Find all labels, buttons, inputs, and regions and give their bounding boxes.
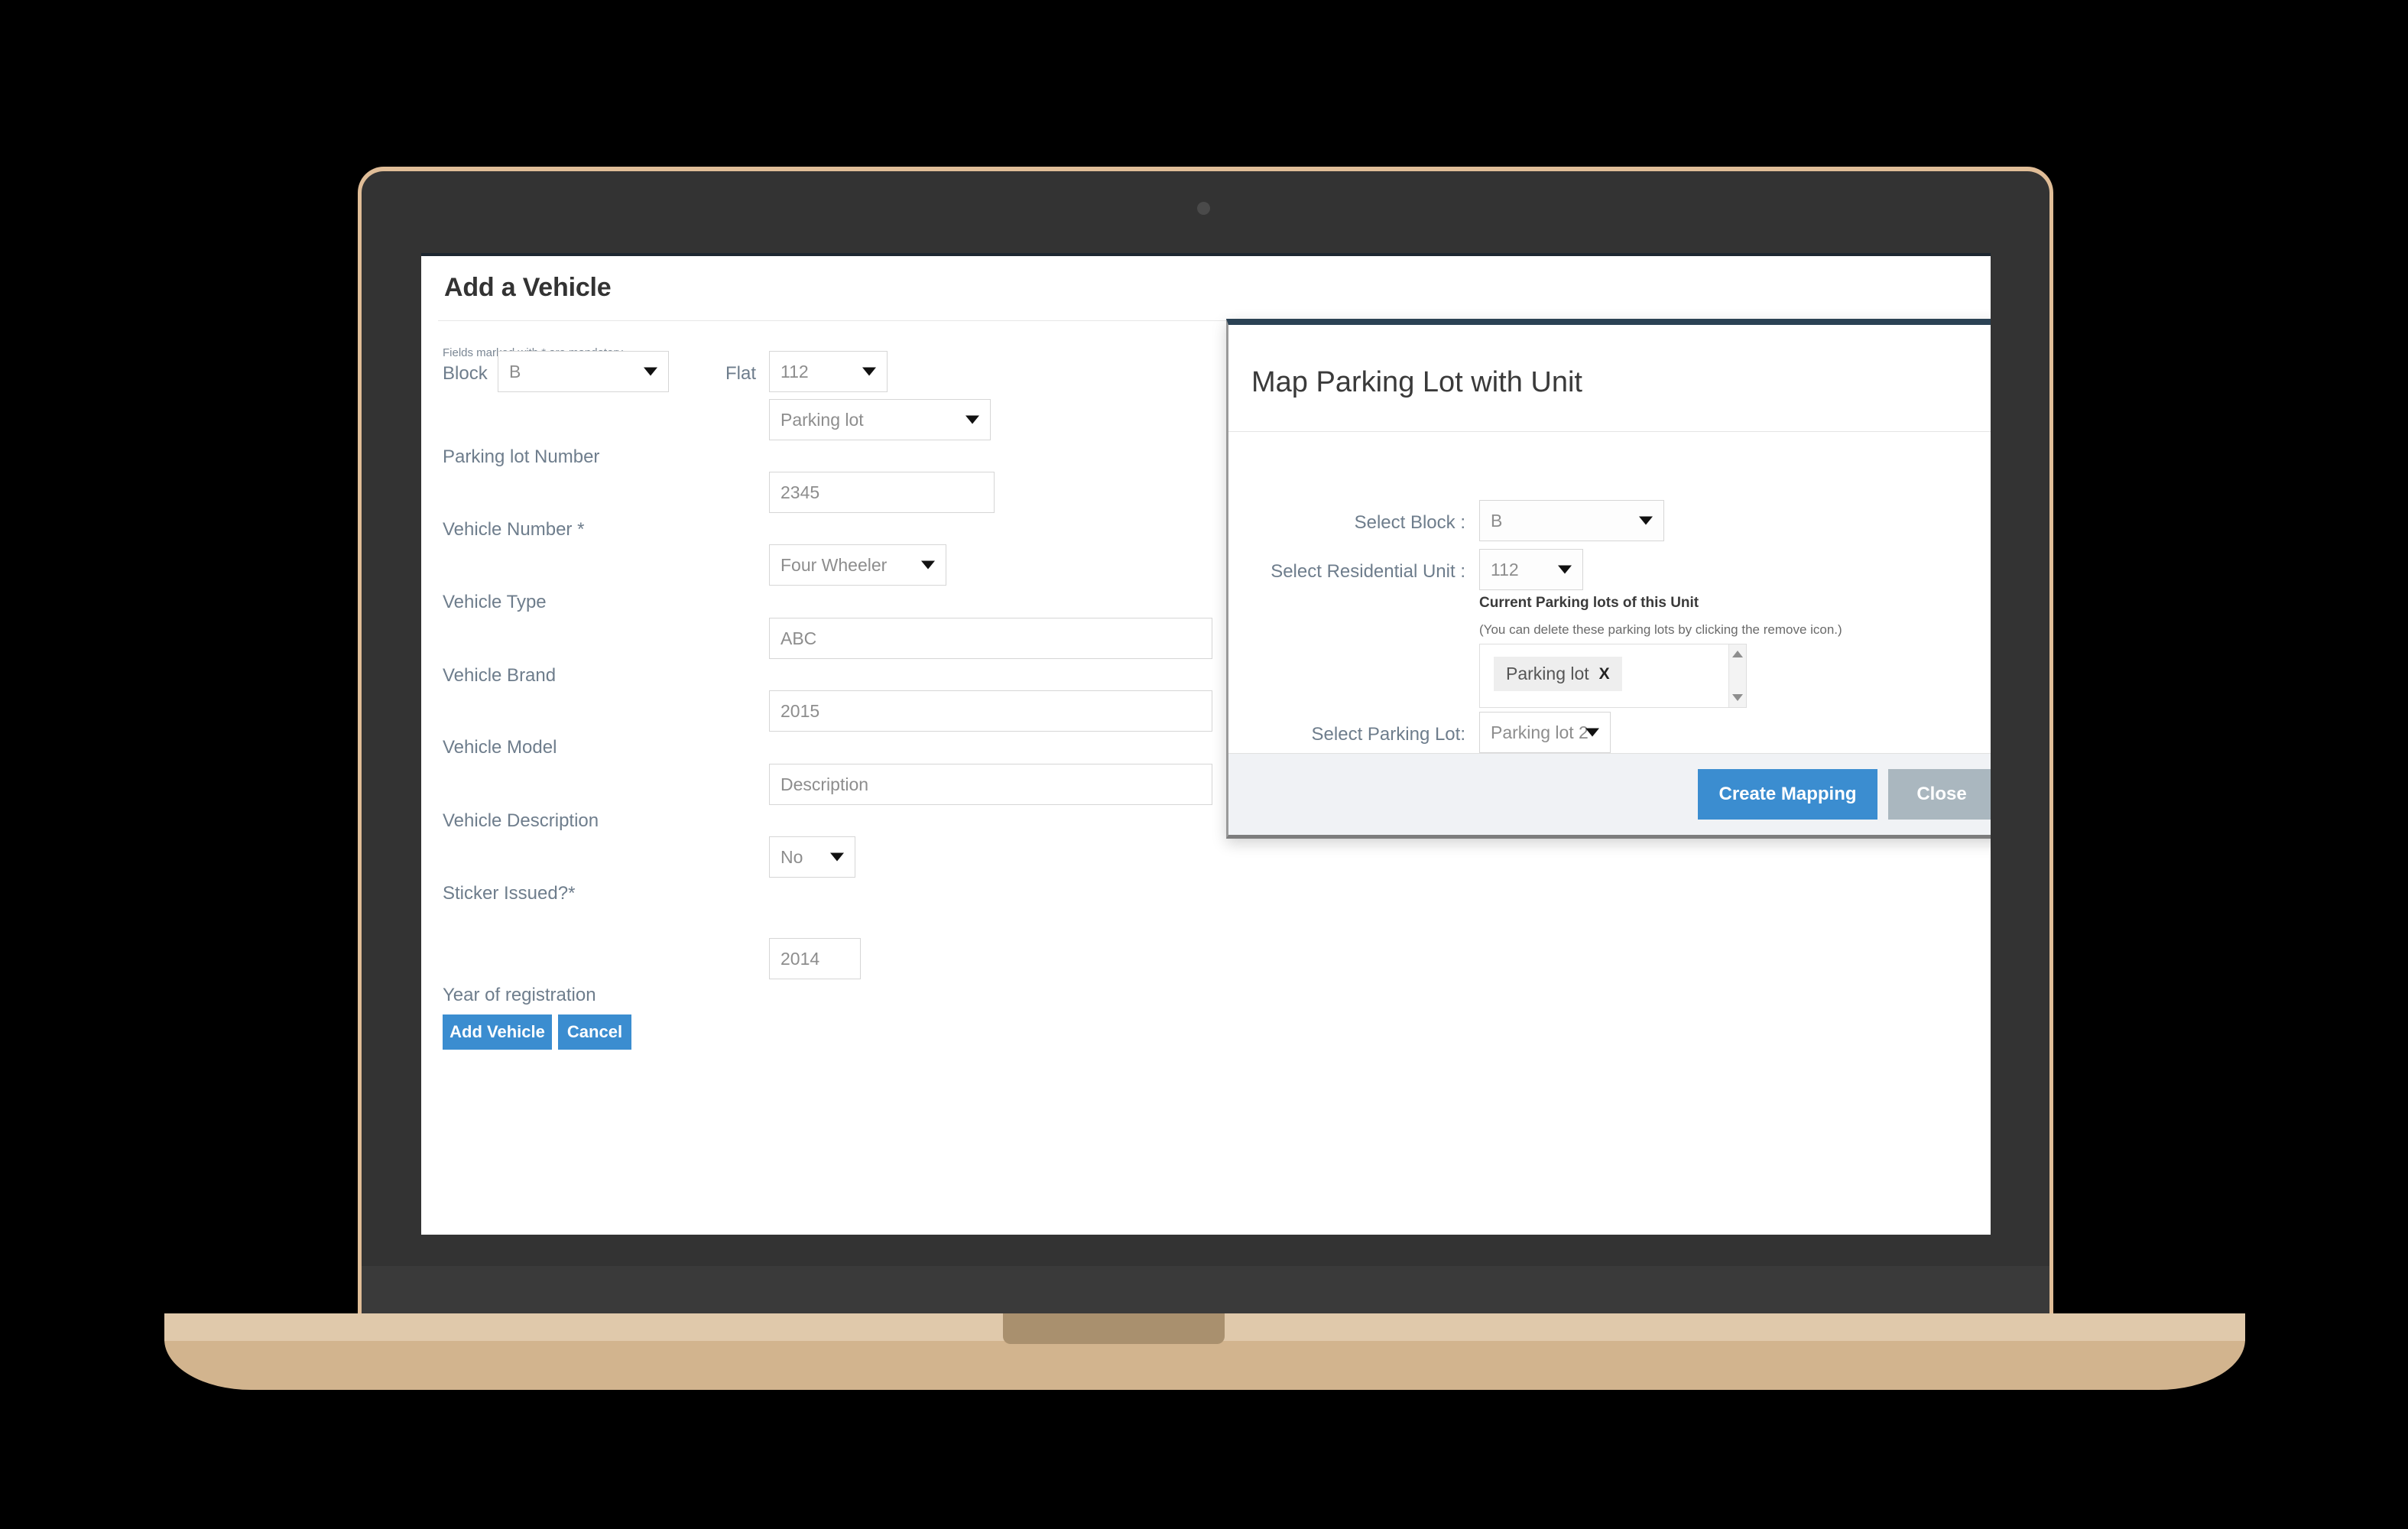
modal-parking-lot-value: Parking lot 2 xyxy=(1491,722,1589,743)
vehicle-description-value: Description xyxy=(780,774,868,795)
vehicle-number-value: 2345 xyxy=(780,482,819,503)
map-parking-lot-modal: Map Parking Lot with Unit X Select Block… xyxy=(1226,319,1991,839)
current-lots-hint: (You can delete these parking lots by cl… xyxy=(1479,622,1842,638)
scroll-down-icon[interactable] xyxy=(1732,694,1743,701)
label-vehicle-number: Vehicle Number * xyxy=(443,519,584,541)
modal-unit-value: 112 xyxy=(1491,560,1519,580)
label-vehicle-description: Vehicle Description xyxy=(443,810,599,832)
app-page: Add a Vehicle Fields marked with * are m… xyxy=(421,256,1991,1235)
modal-title: Map Parking Lot with Unit xyxy=(1251,366,1582,399)
block-select[interactable]: B xyxy=(498,351,669,392)
label-vehicle-model: Vehicle Model xyxy=(443,737,557,758)
label-year-registration: Year of registration xyxy=(443,985,596,1006)
sticker-issued-value: No xyxy=(780,847,803,868)
remove-icon[interactable]: X xyxy=(1599,665,1610,683)
page-title: Add a Vehicle xyxy=(444,273,611,303)
chevron-down-icon xyxy=(1585,729,1599,737)
modal-unit-select[interactable]: 112 xyxy=(1479,549,1583,590)
label-select-block: Select Block : xyxy=(1244,512,1465,534)
label-select-parking-lot: Select Parking Lot: xyxy=(1244,724,1465,745)
laptop-base-bottom xyxy=(164,1339,2245,1390)
label-select-unit: Select Residential Unit : xyxy=(1244,561,1465,583)
chevron-down-icon xyxy=(1639,517,1653,525)
chevron-down-icon xyxy=(644,368,657,376)
vehicle-type-select[interactable]: Four Wheeler xyxy=(769,544,946,586)
flat-select[interactable]: 112 xyxy=(769,351,888,392)
chevron-down-icon xyxy=(965,416,979,424)
create-mapping-button[interactable]: Create Mapping xyxy=(1698,769,1877,820)
flat-select-value: 112 xyxy=(780,362,809,382)
modal-block-value: B xyxy=(1491,511,1502,531)
modal-header: Map Parking Lot with Unit X xyxy=(1228,325,1991,432)
scroll-up-icon[interactable] xyxy=(1732,651,1743,657)
vehicle-brand-value: ABC xyxy=(780,628,816,649)
vehicle-type-value: Four Wheeler xyxy=(780,555,887,576)
chevron-down-icon xyxy=(830,853,844,862)
modal-footer: Create Mapping Close xyxy=(1228,753,1991,835)
add-vehicle-button[interactable]: Add Vehicle xyxy=(443,1014,552,1050)
cancel-button[interactable]: Cancel xyxy=(558,1014,631,1050)
laptop-screen: Add a Vehicle Fields marked with * are m… xyxy=(421,253,1991,1235)
label-vehicle-type: Vehicle Type xyxy=(443,592,547,613)
label-flat: Flat xyxy=(725,363,756,385)
vehicle-brand-input[interactable]: ABC xyxy=(769,618,1212,659)
label-sticker-issued: Sticker Issued?* xyxy=(443,883,575,904)
scrollbar[interactable] xyxy=(1728,644,1746,707)
laptop-trackpad-notch xyxy=(1003,1313,1225,1344)
laptop-camera-icon xyxy=(1197,202,1210,215)
screenshot-stage: Add a Vehicle Fields marked with * are m… xyxy=(0,0,2408,1529)
chevron-down-icon xyxy=(921,561,935,570)
chevron-down-icon xyxy=(1558,566,1572,574)
block-select-value: B xyxy=(509,362,521,382)
list-item[interactable]: Parking lot X xyxy=(1494,657,1622,691)
modal-body: Select Block : B Select Residential Unit… xyxy=(1228,433,1991,807)
year-registration-value: 2014 xyxy=(780,949,819,969)
parking-lot-number-value: Parking lot xyxy=(780,410,864,430)
vehicle-description-input[interactable]: Description xyxy=(769,764,1212,805)
modal-block-select[interactable]: B xyxy=(1479,500,1664,541)
current-lots-heading: Current Parking lots of this Unit xyxy=(1479,595,1699,612)
sticker-issued-select[interactable]: No xyxy=(769,836,855,878)
label-vehicle-brand: Vehicle Brand xyxy=(443,665,556,687)
year-registration-input[interactable]: 2014 xyxy=(769,938,861,979)
vehicle-number-input[interactable]: 2345 xyxy=(769,472,995,513)
label-block: Block xyxy=(443,363,488,385)
vehicle-model-value: 2015 xyxy=(780,701,819,722)
modal-parking-lot-select[interactable]: Parking lot 2 xyxy=(1479,712,1611,753)
chevron-down-icon xyxy=(862,368,876,376)
parking-lot-tag-label: Parking lot xyxy=(1506,664,1589,684)
close-button[interactable]: Close xyxy=(1888,769,1991,820)
current-lots-listbox[interactable]: Parking lot X xyxy=(1479,644,1747,708)
vehicle-model-input[interactable]: 2015 xyxy=(769,690,1212,732)
parking-lot-number-select[interactable]: Parking lot xyxy=(769,399,991,440)
label-parking-lot-number: Parking lot Number xyxy=(443,446,599,468)
